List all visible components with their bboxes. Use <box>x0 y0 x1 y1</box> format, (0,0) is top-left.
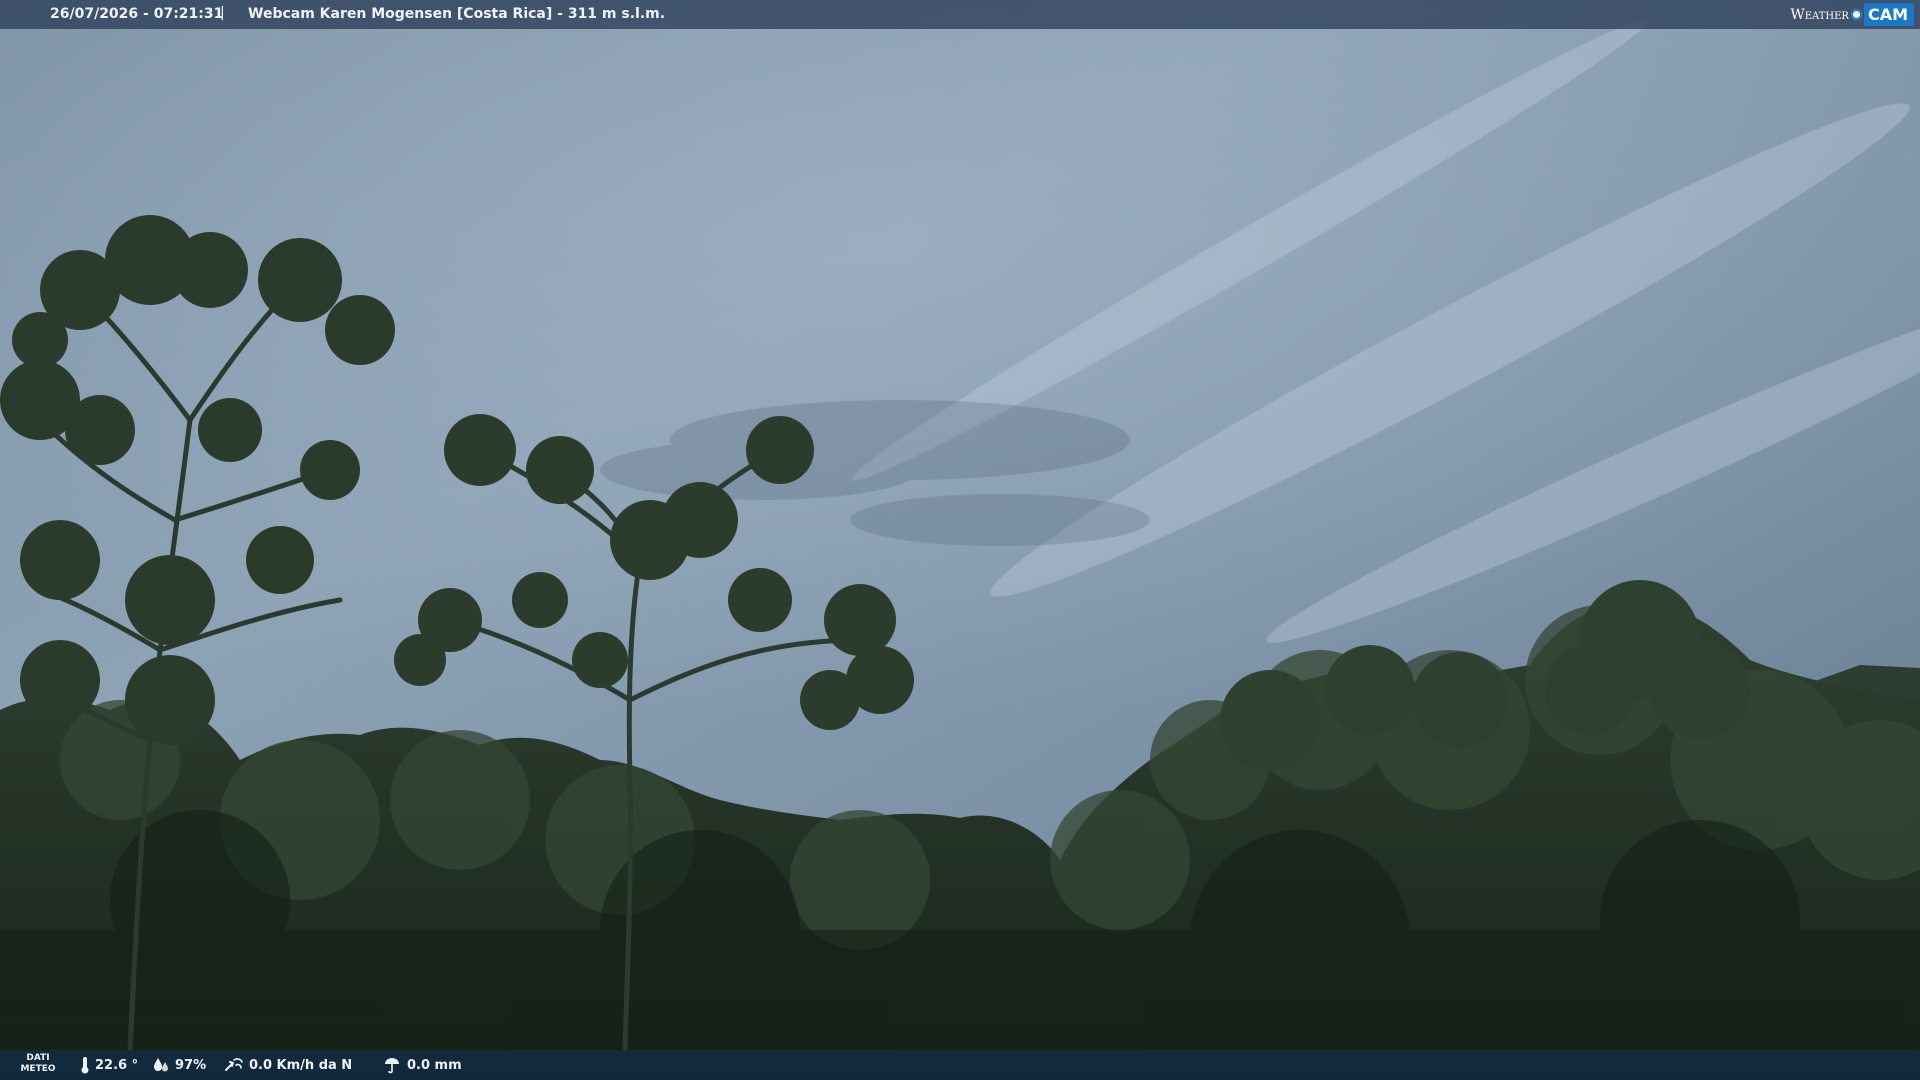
temperature-readout: 22.6 ° <box>80 1056 138 1074</box>
weather-data-bar: DATI METEO 22.6 ° 97% 0.0 Km/h da N 0.0 … <box>0 1050 1920 1080</box>
rain-gauge-icon <box>385 1058 399 1074</box>
wind-icon <box>225 1058 243 1071</box>
rain-value: 0.0 mm <box>407 1057 462 1073</box>
weathercam-logo[interactable]: Weather CAM <box>1790 0 1920 29</box>
header-bar: 26/07/2026 - 07:21:31 | Webcam Karen Mog… <box>0 0 1920 29</box>
wind-value: 0.0 Km/h da N <box>249 1057 353 1073</box>
thermometer-icon <box>81 1057 89 1074</box>
humidity-readout: 97% <box>152 1056 206 1074</box>
rain-readout: 0.0 mm <box>382 1056 462 1074</box>
logo-weather-text: Weather <box>1790 6 1849 23</box>
dati-label-line2: METEO <box>20 1064 56 1074</box>
humidity-value: 97% <box>175 1057 207 1073</box>
header-title: Webcam Karen Mogensen [Costa Rica] - 311… <box>248 6 666 22</box>
dati-label-line1: DATI <box>26 1053 50 1063</box>
logo-cam-text: CAM <box>1863 3 1914 26</box>
dati-meteo-label: DATI METEO <box>20 1053 56 1075</box>
droplets-icon <box>154 1058 168 1072</box>
logo-dot-icon <box>1850 9 1862 20</box>
wind-readout: 0.0 Km/h da N <box>224 1056 352 1074</box>
webcam-scene <box>0 0 1920 1080</box>
header-separator: | <box>220 5 225 21</box>
header-datetime: 26/07/2026 - 07:21:31 <box>50 6 224 22</box>
temperature-value: 22.6 ° <box>95 1057 139 1073</box>
